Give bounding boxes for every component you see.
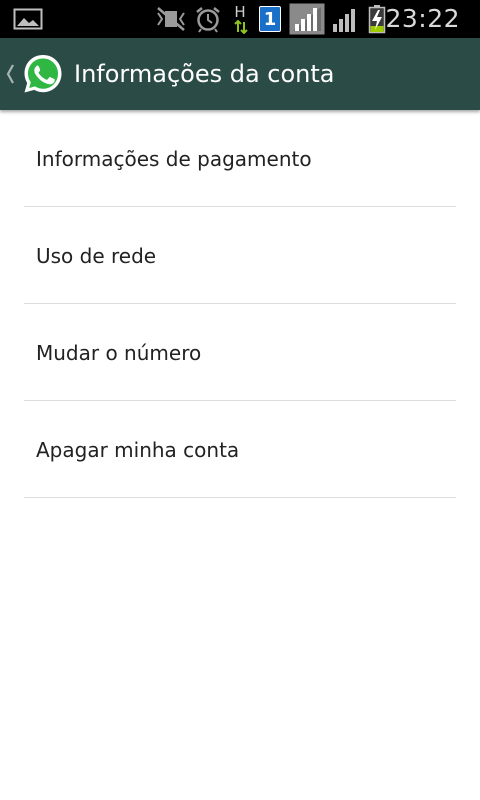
action-bar: Informações da conta xyxy=(0,38,480,110)
page-title: Informações da conta xyxy=(74,60,335,88)
delete-account-label: Apagar minha conta xyxy=(36,438,240,462)
payment-info-item[interactable]: Informações de pagamento xyxy=(24,110,456,207)
network-usage-item[interactable]: Uso de rede xyxy=(24,207,456,304)
network-type-label: H xyxy=(234,2,246,21)
back-chevron-icon xyxy=(6,64,14,84)
alarm-icon xyxy=(193,0,223,38)
change-number-label: Mudar o número xyxy=(36,341,202,365)
status-bar: H 1 23:22 xyxy=(0,0,480,38)
sim-1-icon: 1 xyxy=(257,0,283,38)
signal-strong-icon xyxy=(288,0,326,38)
sim-number: 1 xyxy=(263,8,277,30)
payment-info-label: Informações de pagamento xyxy=(36,147,312,171)
network-usage-label: Uso de rede xyxy=(36,244,157,268)
status-time: 23:22 xyxy=(385,4,460,33)
mute-icon xyxy=(154,0,188,38)
account-settings-list: Informações de pagamento Uso de rede Mud… xyxy=(24,110,456,498)
delete-account-item[interactable]: Apagar minha conta xyxy=(24,401,456,498)
network-h-icon: H xyxy=(230,0,252,38)
change-number-item[interactable]: Mudar o número xyxy=(24,304,456,401)
signal-icon xyxy=(330,0,362,38)
whatsapp-logo-icon xyxy=(24,55,62,93)
gallery-icon xyxy=(12,0,44,38)
up-button[interactable] xyxy=(0,38,70,110)
